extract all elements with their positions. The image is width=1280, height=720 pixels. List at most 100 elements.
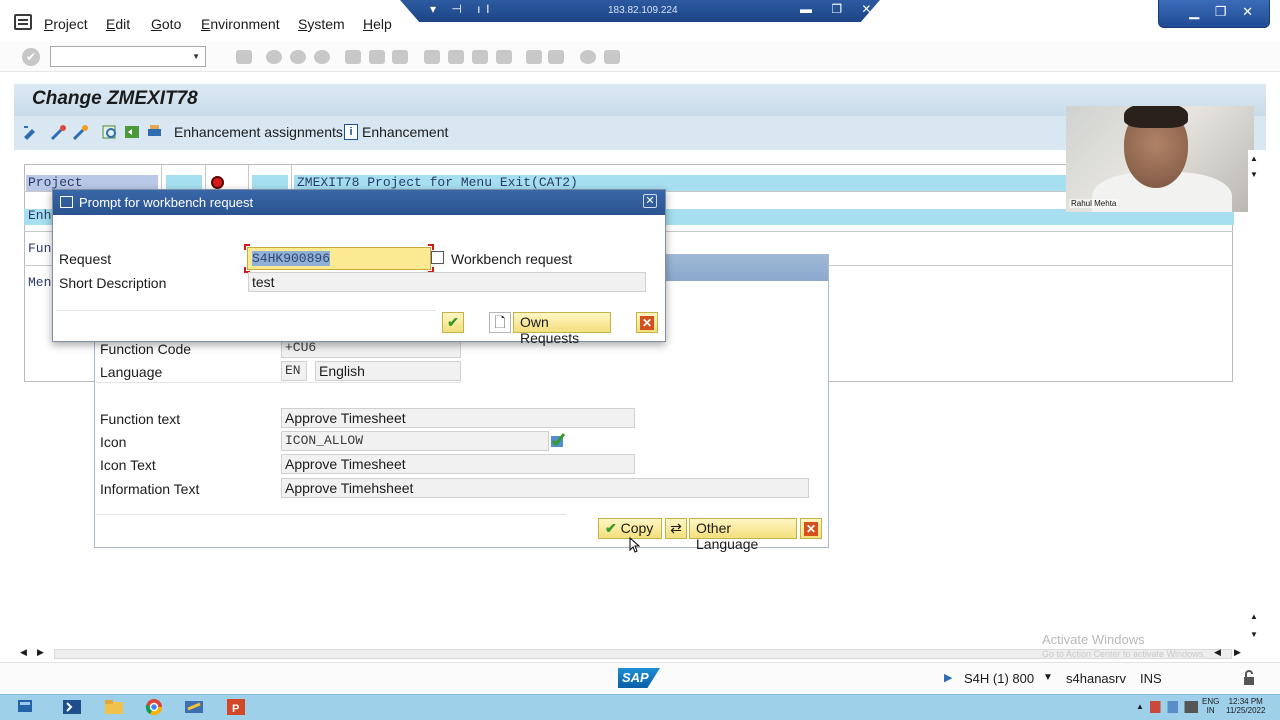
display-change-icon[interactable] [22, 124, 39, 140]
print-icon[interactable] [146, 124, 163, 140]
language-name-field: English [315, 361, 461, 381]
remote-pin-icon[interactable]: ▾ ⊣ ıl [430, 2, 495, 16]
scroll-left-icon[interactable]: ◀ [20, 647, 27, 658]
scroll-down-icon[interactable]: ▼ [1250, 630, 1258, 639]
language-code-field[interactable]: EN [281, 361, 307, 381]
language-indicator[interactable]: ENG IN [1202, 697, 1219, 715]
short-description-field[interactable]: test [248, 272, 646, 292]
chrome-icon[interactable] [144, 698, 164, 716]
first-page-icon[interactable] [424, 50, 440, 64]
clock[interactable]: 12:34 PM 11/25/2022 [1226, 697, 1265, 715]
cancel-button[interactable]: ✕ [636, 312, 658, 333]
scroll-up-icon[interactable]: ▲ [1250, 612, 1258, 621]
insert-mode[interactable]: INS [1140, 671, 1162, 686]
powershell-icon[interactable] [62, 698, 82, 716]
information-text-label: Information Text [100, 481, 200, 497]
play-icon[interactable]: ▶ [944, 671, 952, 684]
copy-button[interactable]: ✔ Copy [598, 518, 662, 539]
dialog-icon [60, 196, 73, 208]
grid-divider [205, 165, 206, 191]
function-exit-row-label[interactable]: Fun [28, 241, 51, 256]
enhancement-assignments-button[interactable]: Enhancement assignments [174, 124, 343, 140]
shortcut-icon[interactable] [548, 50, 564, 64]
information-text-field[interactable]: Approve Timehsheet [281, 478, 809, 498]
confirm-button[interactable]: ✔ [442, 312, 464, 333]
field-divider [96, 514, 566, 515]
enhancement-row-label[interactable]: Enh [28, 208, 51, 223]
icon-text-field[interactable]: Approve Timesheet [281, 454, 635, 474]
other-language-button[interactable]: Other Language [689, 518, 797, 552]
command-field[interactable]: ▼ [50, 46, 206, 67]
request-value: S4HK900896 [252, 251, 331, 266]
sap-menu-icon[interactable] [14, 14, 32, 30]
chevron-down-icon[interactable]: ▼ [1043, 672, 1053, 683]
tray-expand-icon[interactable]: ▲ [1136, 702, 1144, 711]
menu-exit-row-label[interactable]: Men [28, 275, 51, 290]
function-text-field[interactable]: Approve Timesheet [281, 408, 635, 428]
prev-page-icon[interactable] [448, 50, 464, 64]
menu-project[interactable]: Project [44, 16, 88, 32]
request-input[interactable]: S4HK900896 [247, 247, 431, 270]
request-type: Workbench request [451, 251, 573, 267]
icon-picker-icon[interactable] [550, 432, 568, 448]
language-label: Language [100, 364, 163, 380]
request-label: Request [59, 251, 112, 267]
focus-marker [428, 244, 434, 250]
activate-icon[interactable] [72, 124, 89, 140]
back-icon[interactable] [266, 50, 282, 64]
vertical-scrollbar[interactable]: ▲ ▼ ▲ ▼ [1248, 150, 1262, 650]
scroll-down-icon[interactable]: ▼ [1250, 170, 1258, 179]
file-explorer-icon[interactable] [104, 698, 124, 716]
remote-connection-bar: ▾ ⊣ ıl 183.82.109.224 ▬ ❐ ✕ [400, 0, 880, 22]
menu-edit[interactable]: Edit [106, 16, 130, 32]
region-code: IN [1206, 706, 1215, 715]
chevron-down-icon[interactable]: ▼ [192, 52, 200, 61]
last-page-icon[interactable] [496, 50, 512, 64]
window-controls[interactable]: ▁ ❐ ✕ [1158, 0, 1270, 28]
translate-icon[interactable]: ⇄ [665, 518, 687, 539]
field-divider [56, 310, 436, 311]
mouse-cursor-icon [629, 537, 641, 553]
scroll-left-icon[interactable]: ◀ [1214, 647, 1221, 658]
short-description-label: Short Description [59, 275, 167, 291]
print-icon[interactable] [345, 50, 361, 64]
menu-help[interactable]: Help [363, 16, 392, 32]
scroll-right-icon[interactable]: ▶ [37, 647, 44, 658]
menu-goto[interactable]: Goto [151, 16, 181, 32]
grid-divider [161, 165, 162, 191]
new-session-icon[interactable] [526, 50, 542, 64]
check-object-icon[interactable] [102, 124, 119, 140]
save-icon[interactable] [236, 50, 252, 64]
find-next-icon[interactable] [392, 50, 408, 64]
server-manager-icon[interactable] [16, 698, 36, 716]
help-icon[interactable] [580, 50, 596, 64]
cancel-icon[interactable] [314, 50, 330, 64]
close-icon: ✕ [804, 522, 818, 536]
sap-logon-icon[interactable] [184, 698, 204, 716]
remote-window-controls[interactable]: ▬ ❐ ✕ [800, 2, 879, 16]
next-page-icon[interactable] [472, 50, 488, 64]
scroll-up-icon[interactable]: ▲ [1250, 154, 1258, 163]
close-icon[interactable]: ✕ [643, 194, 657, 208]
magic-wand-icon[interactable] [50, 124, 67, 140]
field-divider [96, 382, 462, 383]
dialog-title: Prompt for workbench request [79, 195, 254, 210]
new-request-icon[interactable]: 🗋 [489, 312, 511, 333]
project-description: ZMEXIT78 Project for Menu Exit(CAT2) [297, 175, 578, 190]
system-tray-icons[interactable] [1150, 701, 1198, 713]
scroll-right-icon[interactable]: ▶ [1234, 647, 1241, 658]
checkmark-icon: ✔ [605, 520, 617, 536]
cancel-button[interactable]: ✕ [800, 518, 822, 539]
enter-icon[interactable]: ✔ [22, 48, 40, 66]
powerpoint-icon[interactable]: P [226, 698, 246, 716]
exit-icon[interactable] [290, 50, 306, 64]
enhancement-button[interactable]: Enhancement [362, 124, 448, 140]
menu-environment[interactable]: Environment [201, 16, 280, 32]
find-icon[interactable] [369, 50, 385, 64]
menu-system[interactable]: System [298, 16, 345, 32]
icon-name-field[interactable]: ICON_ALLOW [281, 431, 549, 451]
layout-icon[interactable] [604, 50, 620, 64]
components-icon[interactable] [124, 124, 141, 140]
own-requests-button[interactable]: Own Requests [513, 312, 611, 346]
copy-icon[interactable] [431, 251, 444, 264]
